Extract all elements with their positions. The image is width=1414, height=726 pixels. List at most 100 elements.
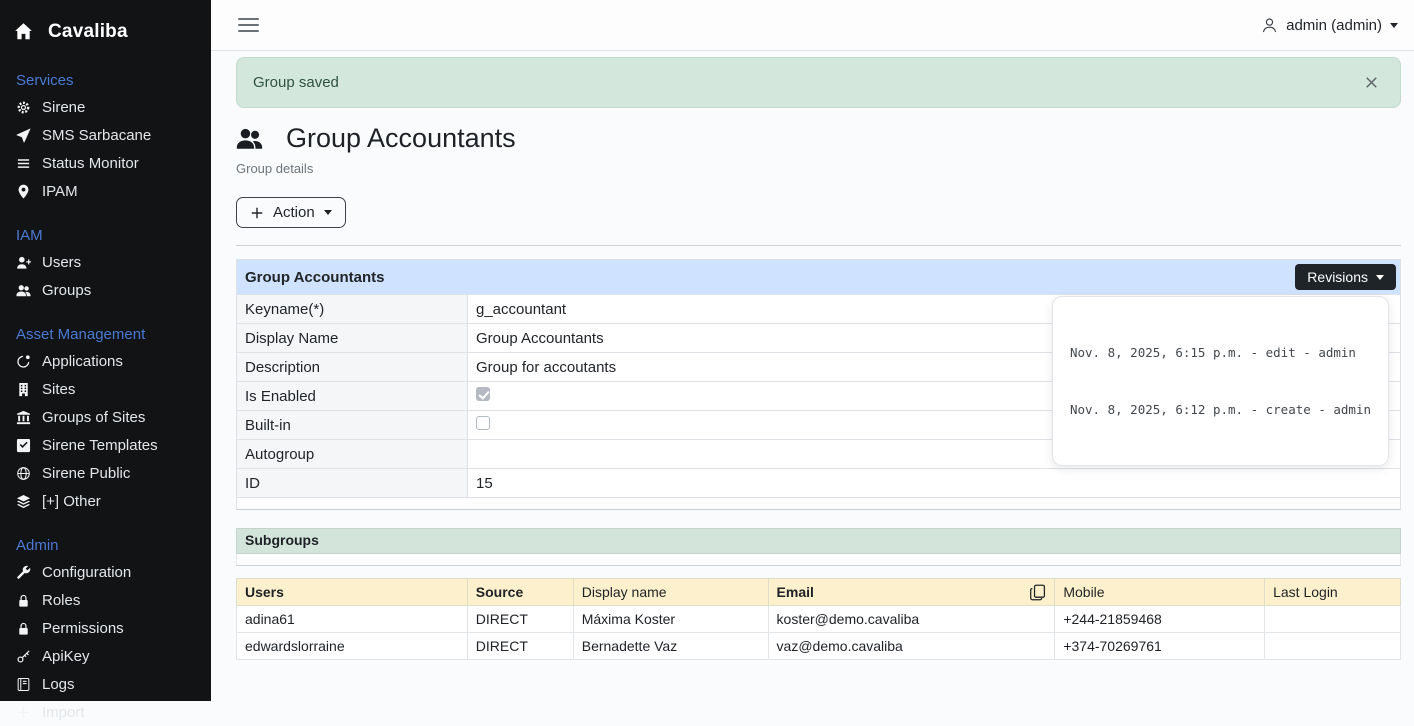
- copy-icon[interactable]: [1029, 584, 1046, 601]
- details-table-footer: [236, 498, 1401, 510]
- sidebar-item-groups[interactable]: Groups: [16, 276, 211, 304]
- last-login-cell: [1265, 606, 1401, 633]
- home-icon: [14, 22, 33, 41]
- mobile-cell: +244-21859468: [1055, 606, 1265, 633]
- revisions-button[interactable]: Revisions: [1295, 264, 1396, 290]
- sidebar-item-label: SMS Sarbacane: [42, 127, 151, 144]
- gear-icon: [16, 100, 31, 115]
- sidebar-item-logs[interactable]: Logs: [16, 670, 211, 698]
- column-header-source: Source: [467, 579, 573, 606]
- sidebar-item-label: Status Monitor: [42, 155, 139, 172]
- field-label: ID: [237, 469, 468, 498]
- sidebar-item-applications[interactable]: Applications: [16, 347, 211, 375]
- chevron-down-icon: [1390, 23, 1398, 28]
- sidebar-item-roles[interactable]: Roles: [16, 586, 211, 614]
- users-table: Users Source Display name Email Mobile L…: [236, 578, 1401, 660]
- close-icon[interactable]: [1359, 70, 1384, 95]
- plus-icon: [250, 206, 264, 220]
- sidebar-item-configuration[interactable]: Configuration: [16, 558, 211, 586]
- sidebar-section-services: Services: [16, 71, 211, 91]
- sidebar: Cavaliba Services Sirene SMS Sarbacane S…: [0, 0, 211, 701]
- user-menu-label: admin (admin): [1286, 17, 1382, 34]
- brand[interactable]: Cavaliba: [0, 0, 211, 50]
- person-plus-icon: [16, 255, 31, 270]
- sidebar-item-groups-of-sites[interactable]: Groups of Sites: [16, 403, 211, 431]
- column-header-last-login: Last Login: [1265, 579, 1401, 606]
- field-label: Keyname(*): [237, 295, 468, 324]
- action-button[interactable]: Action: [236, 197, 346, 228]
- user-cell: adina61: [237, 606, 468, 633]
- sidebar-item-label: Sirene: [42, 99, 85, 116]
- chevron-down-icon: [1376, 275, 1384, 280]
- sidebar-item-label: Groups: [42, 282, 91, 299]
- table-row: ID 15: [237, 469, 1401, 498]
- check-square-icon: [16, 438, 31, 453]
- wrench-icon: [16, 565, 31, 580]
- stack-icon: [16, 494, 31, 509]
- sidebar-nav: Services Sirene SMS Sarbacane Status Mon…: [0, 71, 211, 726]
- user-menu[interactable]: admin (admin): [1261, 17, 1398, 34]
- sidebar-item-sirene[interactable]: Sirene: [16, 93, 211, 121]
- email-cell: koster@demo.cavaliba: [768, 606, 1055, 633]
- revision-menu-item[interactable]: Nov. 8, 2025, 6:15 p.m. - edit - admin: [1070, 343, 1371, 362]
- sidebar-item-ipam[interactable]: IPAM: [16, 177, 211, 205]
- sidebar-item-label: Logs: [42, 676, 75, 693]
- hamburger-menu-icon[interactable]: [238, 14, 259, 36]
- column-header-mobile: Mobile: [1055, 579, 1265, 606]
- sidebar-item-status-monitor[interactable]: Status Monitor: [16, 149, 211, 177]
- sidebar-item-other[interactable]: [+] Other: [16, 487, 211, 515]
- display-name-cell: Bernadette Vaz: [573, 633, 768, 660]
- bank-icon: [16, 410, 31, 425]
- field-label: Autogroup: [237, 440, 468, 469]
- sidebar-item-sirene-templates[interactable]: Sirene Templates: [16, 431, 211, 459]
- divider: [236, 245, 1401, 246]
- brand-name: Cavaliba: [48, 21, 128, 43]
- last-login-cell: [1265, 633, 1401, 660]
- sidebar-item-permissions[interactable]: Permissions: [16, 614, 211, 642]
- people-icon: [16, 283, 31, 298]
- mobile-cell: +374-70269761: [1055, 633, 1265, 660]
- sidebar-item-label: Users: [42, 254, 81, 271]
- sidebar-item-label: Permissions: [42, 620, 124, 637]
- globe-icon: [16, 466, 31, 481]
- lock-icon: [16, 621, 31, 636]
- built-in-checkbox[interactable]: [476, 416, 490, 430]
- column-header-email: Email: [768, 579, 1055, 606]
- field-value: 15: [468, 469, 1401, 498]
- sidebar-item-label: Configuration: [42, 564, 131, 581]
- field-label: Built-in: [237, 411, 468, 440]
- sidebar-item-label: [+] Other: [42, 493, 101, 510]
- sidebar-section-asset-management: Asset Management: [16, 325, 211, 345]
- sidebar-item-label: Sirene Templates: [42, 437, 158, 454]
- field-label: Is Enabled: [237, 382, 468, 411]
- sidebar-item-sites[interactable]: Sites: [16, 375, 211, 403]
- building-icon: [16, 382, 31, 397]
- page-header: Group Accountants: [236, 123, 1401, 154]
- sidebar-item-import[interactable]: Import: [16, 698, 211, 726]
- sidebar-item-sms-sarbacane[interactable]: SMS Sarbacane: [16, 121, 211, 149]
- sidebar-item-users[interactable]: Users: [16, 248, 211, 276]
- plus-icon: [16, 705, 31, 720]
- table-row: adina61 DIRECT Máxima Koster koster@demo…: [237, 606, 1401, 633]
- source-cell: DIRECT: [467, 633, 573, 660]
- field-label: Display Name: [237, 324, 468, 353]
- sidebar-section-iam: IAM: [16, 226, 211, 246]
- sidebar-item-sirene-public[interactable]: Sirene Public: [16, 459, 211, 487]
- column-header-users: Users: [237, 579, 468, 606]
- person-icon: [1261, 17, 1278, 34]
- sidebar-item-apikey[interactable]: ApiKey: [16, 642, 211, 670]
- group-details-section: Group Accountants Revisions Keyname(*) g…: [236, 259, 1401, 510]
- lock-icon: [16, 593, 31, 608]
- revision-menu-item[interactable]: Nov. 8, 2025, 6:12 p.m. - create - admin: [1070, 400, 1371, 419]
- is-enabled-checkbox: [476, 387, 490, 401]
- page-title: Group Accountants: [286, 123, 516, 154]
- revisions-dropdown-menu: Nov. 8, 2025, 6:15 p.m. - edit - admin N…: [1052, 296, 1389, 466]
- details-table-title: Group Accountants: [245, 269, 384, 286]
- key-icon: [16, 649, 31, 664]
- subgroups-empty-row: [236, 554, 1401, 566]
- sidebar-item-label: Applications: [42, 353, 123, 370]
- table-row: edwardslorraine DIRECT Bernadette Vaz va…: [237, 633, 1401, 660]
- app-indicator-icon: [16, 354, 31, 369]
- action-button-label: Action: [273, 204, 315, 221]
- sidebar-section-admin: Admin: [16, 536, 211, 556]
